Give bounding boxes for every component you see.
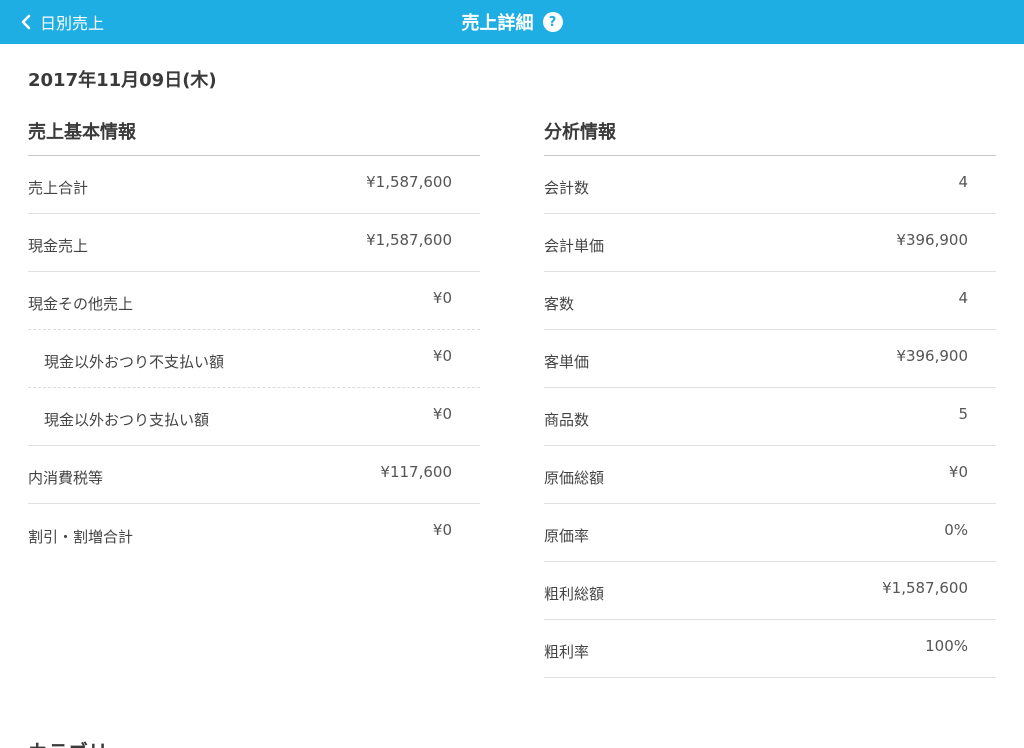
chevron-left-icon — [21, 14, 31, 30]
row-label: 粗利総額 — [544, 585, 605, 603]
table-row: 原価総額 ¥0 — [544, 446, 996, 504]
row-label: 粗利率 — [544, 643, 590, 661]
analysis-info-panel: 分析情報 会計数 4 会計単価 ¥396,900 客数 4 客単価 ¥396,9… — [544, 118, 996, 678]
row-value: ¥1,587,600 — [882, 578, 968, 597]
row-value: 0% — [944, 520, 968, 539]
help-icon[interactable]: ? — [542, 12, 563, 32]
basic-info-header: 売上基本情報 — [28, 118, 480, 156]
row-label: 商品数 — [544, 411, 590, 429]
sales-date: 2017年11月09日(木) — [28, 70, 217, 91]
row-value: 5 — [958, 404, 968, 423]
row-value: ¥0 — [432, 346, 452, 365]
page-title: 売上詳細 — [461, 13, 534, 34]
row-label: 現金以外おつり支払い額 — [44, 411, 210, 429]
table-row: 会計数 4 — [544, 156, 996, 214]
row-label: 客数 — [544, 295, 575, 313]
table-row: 原価率 0% — [544, 504, 996, 562]
table-row: 現金以外おつり支払い額 ¥0 — [28, 388, 480, 446]
row-label: 会計数 — [544, 179, 590, 197]
table-row: 客単価 ¥396,900 — [544, 330, 996, 388]
row-label: 原価総額 — [544, 469, 605, 487]
table-row: 商品数 5 — [544, 388, 996, 446]
row-value: ¥396,900 — [896, 230, 968, 249]
table-row: 客数 4 — [544, 272, 996, 330]
row-value: ¥396,900 — [896, 346, 968, 365]
category-header: カテゴリー — [28, 736, 128, 748]
table-row: 現金売上 ¥1,587,600 — [28, 214, 480, 272]
row-value: ¥0 — [432, 404, 452, 423]
row-label: 会計単価 — [544, 237, 605, 255]
table-row: 割引・割増合計 ¥0 — [28, 504, 480, 562]
row-value: 4 — [958, 288, 968, 307]
row-label: 客単価 — [544, 353, 590, 371]
row-value: ¥0 — [948, 462, 968, 481]
row-label: 現金その他売上 — [28, 295, 134, 313]
table-row: 現金その他売上 ¥0 — [28, 272, 480, 330]
navigation-bar: 日別売上 売上詳細 ? — [0, 0, 1024, 44]
row-label: 割引・割増合計 — [28, 527, 134, 546]
table-row: 粗利総額 ¥1,587,600 — [544, 562, 996, 620]
row-value: ¥1,587,600 — [366, 230, 452, 249]
row-label: 売上合計 — [28, 179, 89, 197]
table-row: 売上合計 ¥1,587,600 — [28, 156, 480, 214]
table-row: 会計単価 ¥396,900 — [544, 214, 996, 272]
table-row: 粗利率 100% — [544, 620, 996, 678]
basic-info-panel: 売上基本情報 売上合計 ¥1,587,600 現金売上 ¥1,587,600 現… — [28, 118, 480, 562]
row-label: 現金以外おつり不支払い額 — [44, 353, 225, 371]
row-value: ¥117,600 — [380, 462, 452, 481]
row-value: 100% — [925, 636, 968, 655]
table-row: 内消費税等 ¥117,600 — [28, 446, 480, 504]
row-value: 4 — [958, 172, 968, 191]
row-label: 現金売上 — [28, 237, 89, 255]
table-row: 現金以外おつり不支払い額 ¥0 — [28, 330, 480, 388]
row-label: 内消費税等 — [28, 469, 104, 487]
row-value: ¥0 — [432, 288, 452, 307]
back-button-label: 日別売上 — [40, 14, 105, 33]
analysis-info-header: 分析情報 — [544, 118, 996, 156]
row-value: ¥0 — [432, 521, 452, 539]
row-label: 原価率 — [544, 527, 590, 545]
back-button[interactable]: 日別売上 — [20, 0, 104, 44]
row-value: ¥1,587,600 — [366, 172, 452, 191]
